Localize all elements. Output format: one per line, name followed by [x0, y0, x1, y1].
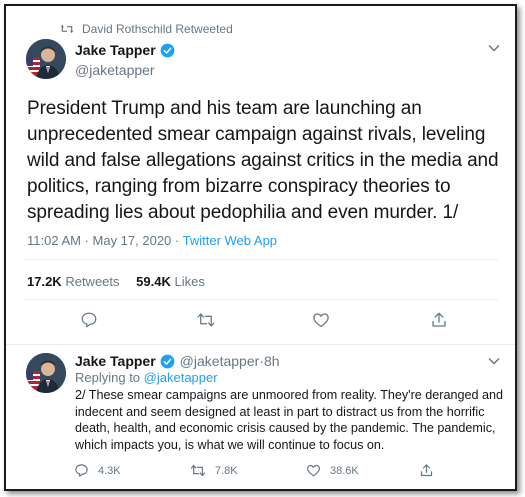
reply-icon [75, 464, 88, 477]
tweet-text: 2/ These smear campaigns are unmoored fr… [75, 388, 504, 452]
share-icon[interactable] [430, 311, 448, 329]
retweet-icon [190, 464, 206, 477]
verified-badge-icon [160, 354, 175, 368]
author-handle[interactable]: @jaketapper [180, 353, 260, 369]
main-tweet: David Rothschild Retweeted Jake Tapper @… [6, 6, 515, 344]
retweet-icon [60, 24, 74, 34]
share-icon [420, 464, 433, 477]
divider [24, 299, 498, 300]
avatar[interactable] [26, 353, 66, 393]
tweet-stats: 17.2K Retweets 59.4K Likes [27, 274, 205, 289]
like-count: 38.6K [330, 464, 359, 477]
like-icon[interactable] [312, 311, 330, 329]
retweeted-by-text[interactable]: David Rothschild Retweeted [82, 22, 233, 36]
tweet-text: President Trump and his team are launchi… [27, 98, 499, 223]
likes-stat[interactable]: 59.4K Likes [136, 274, 205, 289]
reply-count: 4.3K [98, 464, 121, 477]
author-name[interactable]: Jake Tapper [75, 353, 156, 369]
retweet-icon[interactable] [196, 311, 216, 329]
share-action[interactable] [419, 463, 434, 478]
author-handle[interactable]: @jaketapper [75, 62, 155, 78]
author-name[interactable]: Jake Tapper [75, 42, 156, 58]
reply-icon[interactable] [80, 311, 98, 329]
tweet-timestamp[interactable]: 11:02 AM · May 17, 2020 · [27, 233, 183, 248]
avatar[interactable] [26, 39, 66, 79]
chevron-down-icon[interactable] [488, 44, 500, 52]
author-row: Jake Tapper [75, 42, 175, 58]
replying-to-link[interactable]: @jaketapper [144, 370, 218, 385]
replying-to: Replying to @jaketapper [75, 370, 218, 385]
replying-to-prefix: Replying to [75, 370, 144, 385]
tweet-thread-frame: David Rothschild Retweeted Jake Tapper @… [4, 4, 517, 491]
tweet-timestamp[interactable]: 8h [264, 353, 280, 369]
author-row: Jake Tapper @jaketapper · 8h [75, 353, 280, 369]
chevron-down-icon[interactable] [488, 357, 500, 365]
retweet-count: 7.8K [215, 464, 238, 477]
like-icon [306, 464, 321, 477]
like-action[interactable]: 38.6K [306, 463, 359, 478]
divider [24, 259, 498, 260]
verified-badge-icon [160, 43, 175, 57]
retweeted-by: David Rothschild Retweeted [60, 22, 233, 36]
reply-tweet[interactable]: Jake Tapper @jaketapper · 8h Replying to… [6, 344, 515, 489]
tweet-client-link[interactable]: Twitter Web App [183, 233, 277, 248]
tweet-meta: 11:02 AM · May 17, 2020 · Twitter Web Ap… [27, 233, 277, 248]
retweets-stat[interactable]: 17.2K Retweets [27, 274, 120, 289]
retweet-action[interactable]: 7.8K [190, 463, 238, 478]
reply-action[interactable]: 4.3K [74, 463, 121, 478]
